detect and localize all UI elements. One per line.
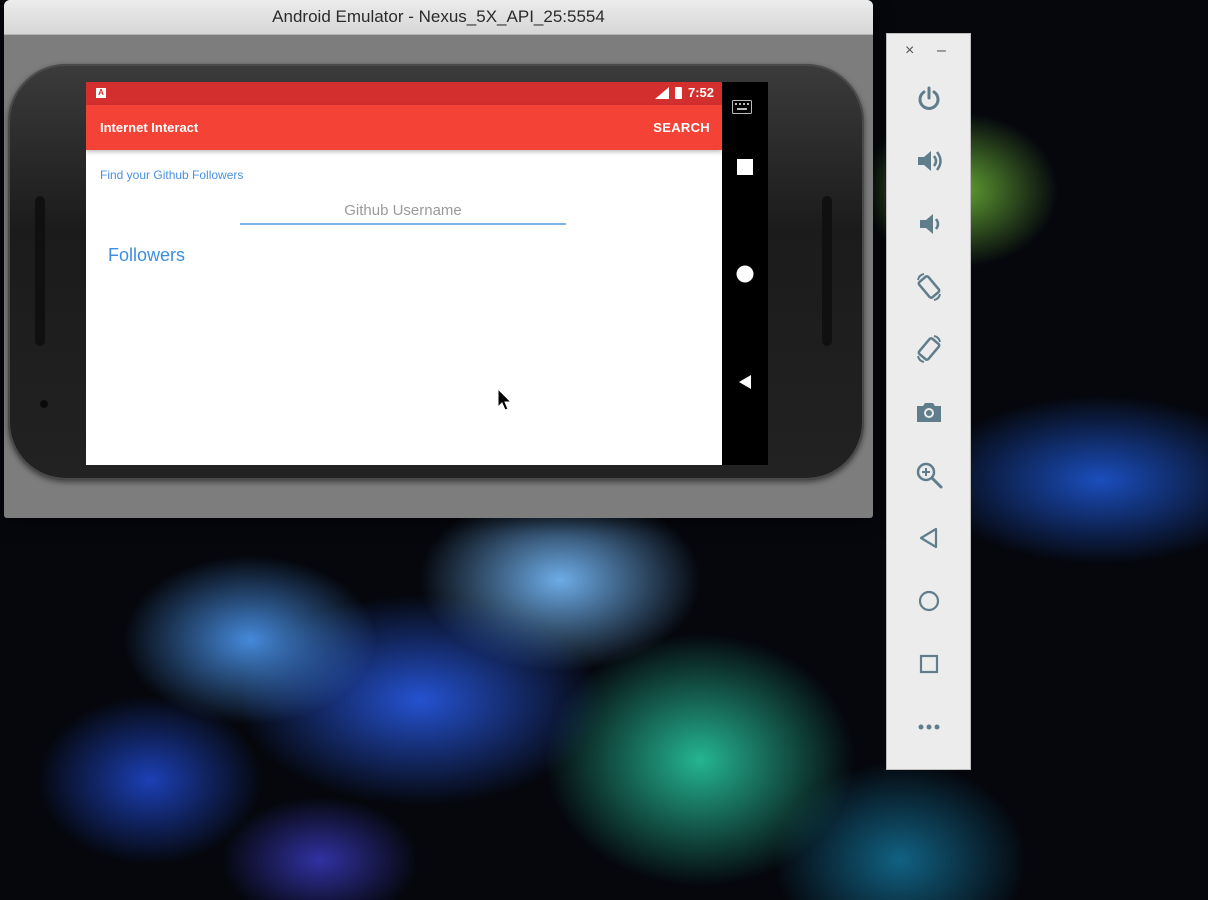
find-followers-label: Find your Github Followers bbox=[100, 168, 244, 182]
back-icon[interactable] bbox=[734, 371, 756, 393]
rotate-left-icon[interactable] bbox=[913, 271, 945, 303]
mouse-cursor-icon bbox=[497, 388, 513, 411]
signal-icon bbox=[654, 86, 669, 99]
status-time: 7:52 bbox=[687, 85, 714, 100]
speaker-grille-right bbox=[822, 196, 832, 346]
more-icon[interactable] bbox=[913, 711, 945, 743]
followers-heading: Followers bbox=[108, 245, 186, 265]
status-indicators: 7:52 bbox=[654, 85, 714, 100]
android-nav-bar bbox=[722, 82, 768, 465]
rotate-right-icon[interactable] bbox=[913, 333, 945, 365]
battery-icon bbox=[674, 86, 682, 99]
keyboard-icon[interactable] bbox=[732, 100, 752, 114]
front-camera-icon bbox=[40, 400, 48, 408]
search-button[interactable]: SEARCH bbox=[653, 120, 710, 135]
speaker-grille-left bbox=[35, 196, 45, 346]
app-bar: Internet Interact SEARCH bbox=[86, 105, 722, 150]
github-username-input[interactable] bbox=[240, 197, 566, 225]
status-bar: A 7:52 bbox=[86, 82, 722, 105]
back-icon[interactable] bbox=[913, 522, 945, 554]
phone-screen[interactable]: A 7:52 Internet Interact SEARCH Find you… bbox=[86, 82, 722, 465]
toolbar-window-controls: × – bbox=[887, 42, 970, 62]
volume-up-icon[interactable] bbox=[913, 145, 945, 177]
app-title: Internet Interact bbox=[100, 120, 199, 135]
notification-icon: A bbox=[96, 88, 106, 98]
overview-icon[interactable] bbox=[913, 648, 945, 680]
volume-down-icon[interactable] bbox=[913, 208, 945, 240]
power-icon[interactable] bbox=[913, 83, 945, 115]
window-title[interactable]: Android Emulator - Nexus_5X_API_25:5554 bbox=[4, 0, 873, 35]
emulator-toolbar: × – bbox=[886, 33, 971, 770]
home-icon[interactable] bbox=[734, 263, 756, 285]
zoom-icon[interactable] bbox=[913, 459, 945, 491]
recents-icon[interactable] bbox=[734, 156, 756, 178]
minimize-icon[interactable]: – bbox=[937, 42, 946, 60]
camera-icon[interactable] bbox=[913, 396, 945, 428]
home-icon[interactable] bbox=[913, 585, 945, 617]
close-icon[interactable]: × bbox=[905, 42, 914, 60]
